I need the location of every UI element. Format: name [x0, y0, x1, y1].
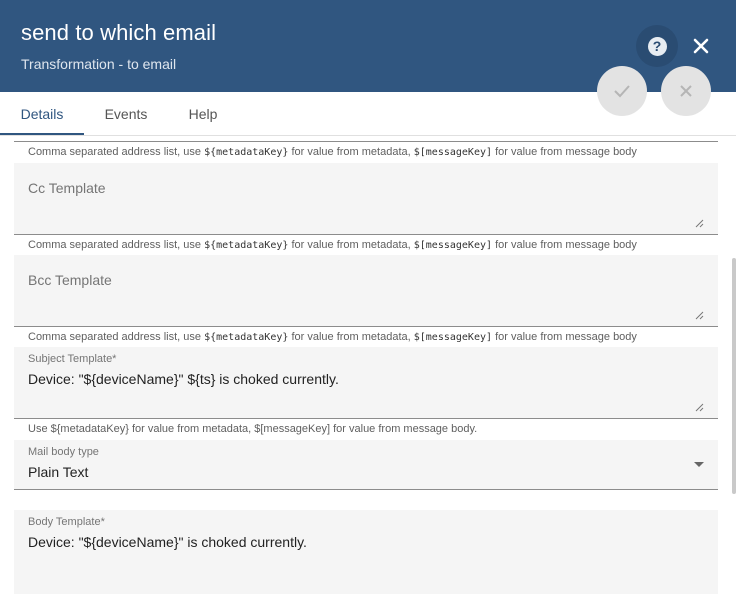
tab-help[interactable]: Help	[168, 92, 238, 136]
cc-template-label: Cc Template	[28, 180, 106, 196]
bcc-template-label: Bcc Template	[28, 272, 112, 288]
tab-bar: Details Events Help	[0, 92, 736, 136]
resize-handle-icon[interactable]	[695, 219, 704, 228]
tab-events[interactable]: Events	[84, 92, 168, 136]
subject-template-label: Subject Template*	[28, 353, 117, 365]
to-address-hint: Comma separated address list, use ${meta…	[28, 146, 637, 158]
mail-body-type-value: Plain Text	[28, 464, 89, 480]
dialog-title: send to which email	[21, 20, 217, 45]
body-template-field[interactable]: Body Template* Device: "${deviceName}" i…	[14, 510, 718, 594]
body-template-label: Body Template*	[28, 516, 105, 528]
tab-details[interactable]: Details	[0, 92, 84, 136]
bcc-address-hint: Comma separated address list, use ${meta…	[28, 331, 637, 343]
body-template-value[interactable]: Device: "${deviceName}" is choked curren…	[28, 534, 307, 550]
cc-template-field[interactable]: Cc Template	[14, 163, 718, 235]
help-icon: ?	[647, 36, 667, 56]
dropdown-arrow-icon[interactable]	[694, 462, 704, 467]
mail-body-type-label: Mail body type	[28, 446, 99, 458]
mail-body-type-select[interactable]: Mail body type Plain Text	[14, 440, 718, 490]
resize-handle-icon[interactable]	[695, 403, 704, 412]
active-tab-indicator	[0, 133, 84, 135]
details-form[interactable]: Comma separated address list, use ${meta…	[0, 136, 736, 594]
close-button[interactable]	[688, 33, 714, 59]
help-button[interactable]: ?	[636, 25, 678, 67]
close-icon	[693, 38, 709, 54]
to-field-underline	[14, 141, 718, 142]
bcc-template-field[interactable]: Bcc Template	[14, 255, 718, 327]
subject-template-field[interactable]: Subject Template* Device: "${deviceName}…	[14, 347, 718, 419]
cc-address-hint: Comma separated address list, use ${meta…	[28, 239, 637, 251]
subject-template-value[interactable]: Device: "${deviceName}" ${ts} is choked …	[28, 371, 339, 387]
dialog-subtitle: Transformation - to email	[21, 56, 177, 72]
scrollbar[interactable]	[732, 258, 736, 494]
resize-handle-icon[interactable]	[695, 311, 704, 320]
subject-hint: Use ${metadataKey} for value from metada…	[28, 423, 478, 435]
